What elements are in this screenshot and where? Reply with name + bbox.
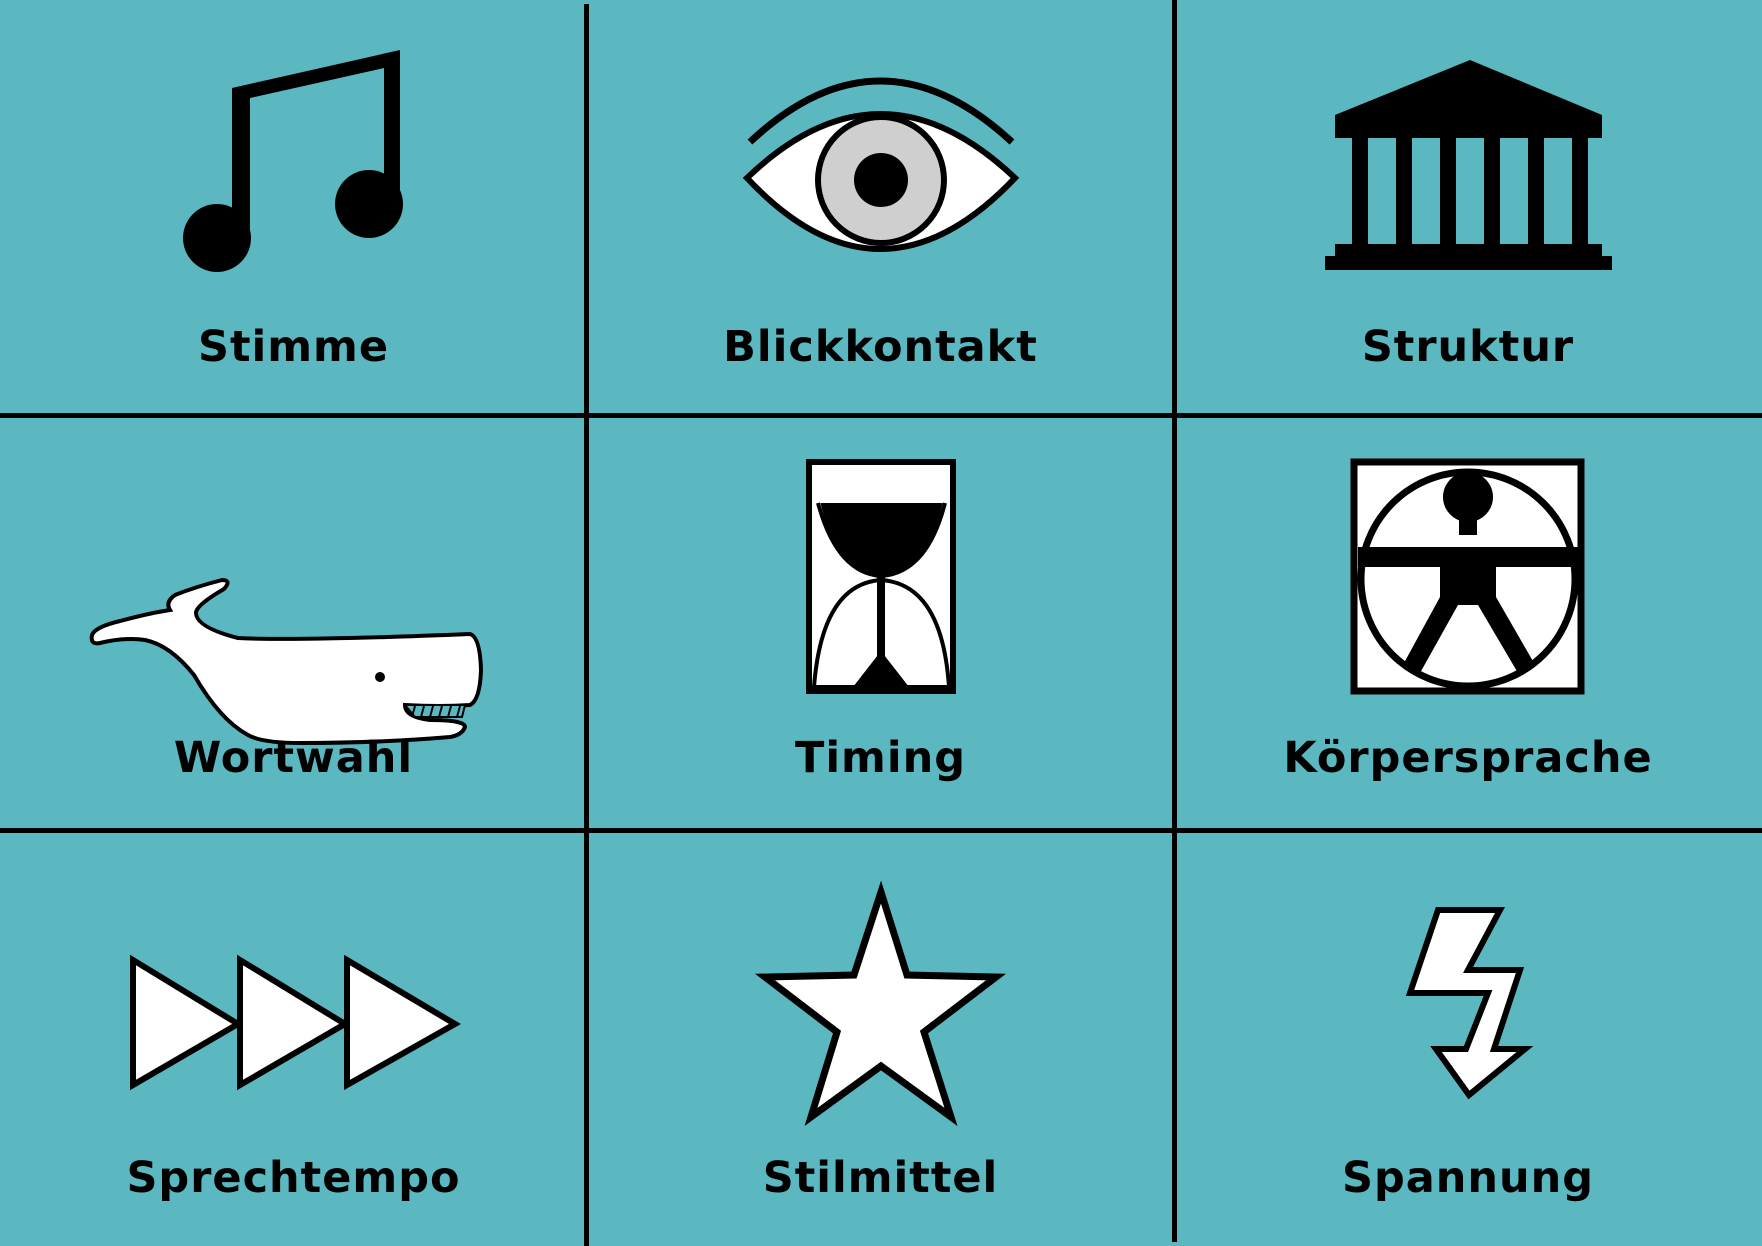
tile-label: Wortwahl <box>173 733 414 783</box>
tile-koerpersprache: Körpersprache <box>1174 415 1762 830</box>
tile-label: Stimme <box>197 322 390 372</box>
tile-spannung: Spannung <box>1174 830 1762 1246</box>
grid-line-horizontal-2 <box>0 828 1762 833</box>
grid-line-vertical-2 <box>1172 0 1177 1242</box>
tile-label: Körpersprache <box>1283 733 1653 783</box>
tile-label: Spannung <box>1342 1153 1594 1203</box>
tile-timing: Timing <box>587 415 1174 830</box>
tile-label: Sprechtempo <box>126 1153 461 1203</box>
tile-label: Stilmittel <box>762 1153 999 1203</box>
tile-label: Timing <box>794 733 966 783</box>
tile-stimme: Stimme <box>0 0 587 415</box>
tile-blickkontakt: Blickkontakt <box>587 0 1174 415</box>
tile-struktur: Struktur <box>1174 0 1762 415</box>
grid-line-vertical-1 <box>584 4 589 1246</box>
tile-label: Blickkontakt <box>723 322 1038 372</box>
tile-label: Struktur <box>1361 322 1575 372</box>
grid-line-horizontal-1 <box>0 413 1762 418</box>
card-board: Stimme Blickkontakt Struktur Wortwahl Ti… <box>0 0 1762 1246</box>
tile-stilmittel: Stilmittel <box>587 830 1174 1246</box>
tile-sprechtempo: Sprechtempo <box>0 830 587 1246</box>
tile-wortwahl: Wortwahl <box>0 415 587 830</box>
